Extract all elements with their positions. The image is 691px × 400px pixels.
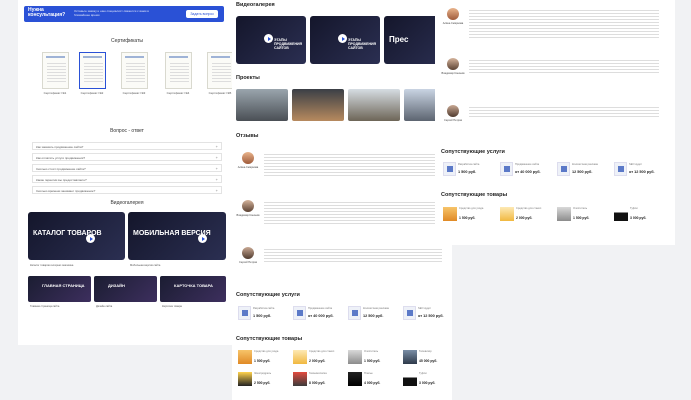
project-image[interactable] bbox=[292, 89, 344, 121]
video-thumb-small[interactable]: ДИЗАЙН bbox=[94, 276, 157, 302]
service-card[interactable]: Контекстная реклама 12 500 руб. bbox=[348, 306, 398, 322]
banner-text: Оставьте заявку и наш специалист свяжетс… bbox=[74, 9, 149, 17]
faq-item[interactable]: Сколько времени занимает продвижение? bbox=[32, 186, 222, 194]
product-card[interactable]: Туфли 3 000 руб. bbox=[403, 372, 453, 390]
avatar bbox=[447, 105, 459, 117]
product-card[interactable]: Газонокосилка 8 000 руб. bbox=[293, 372, 343, 390]
projects-heading: Проекты bbox=[236, 75, 260, 81]
service-card[interactable]: Разработка сайта 1 500 руб. bbox=[238, 306, 288, 322]
certificate-card[interactable]: Сертификат №4 bbox=[163, 52, 193, 98]
product-card[interactable]: Средство для ухода 1 500 руб. bbox=[238, 350, 288, 368]
faq-heading: Вопрос - ответ bbox=[110, 128, 144, 134]
product-card[interactable]: Очиститель 1 500 руб. bbox=[348, 350, 398, 368]
middle-page: Видеогалерея ЭТАПЫ ПРОДВИЖЕНИЯ САЙТОВ ЭТ… bbox=[232, 0, 452, 400]
goods-heading: Сопутствующие товары bbox=[236, 336, 303, 342]
certificates-heading: Сертификаты bbox=[111, 38, 143, 44]
video-thumb[interactable]: ЭТАПЫ ПРОДВИЖЕНИЯ САЙТОВ bbox=[310, 16, 380, 64]
consult-banner: Нужна консультация? Оставьте заявку и на… bbox=[24, 6, 224, 22]
service-card[interactable]: Контекстная реклама 12 500 руб. bbox=[557, 162, 607, 178]
ask-question-button[interactable]: Задать вопрос bbox=[186, 10, 218, 18]
right-page: Алёна Смирнова Владимир Кононов Сергей П… bbox=[435, 0, 675, 245]
faq-item[interactable]: Как оплатить услуги продвижения? bbox=[32, 153, 222, 161]
play-icon[interactable] bbox=[264, 34, 273, 43]
reviews-heading: Отзывы bbox=[236, 133, 259, 139]
video-caption: Карточка товара bbox=[162, 305, 182, 308]
video-thumb[interactable]: МОБИЛЬНАЯ ВЕРСИЯ bbox=[128, 212, 226, 260]
avatar bbox=[242, 247, 254, 259]
product-card[interactable]: Платье 4 000 руб. bbox=[348, 372, 398, 390]
avatar bbox=[242, 200, 254, 212]
product-card[interactable]: Туфли 3 000 руб. bbox=[614, 207, 664, 225]
play-icon[interactable] bbox=[86, 234, 95, 243]
faq-item[interactable]: Как заказать продвижение сайта? bbox=[32, 142, 222, 150]
video-caption: Мобильная версия сайта bbox=[130, 264, 161, 267]
product-card[interactable]: Телевизор 45 000 руб. bbox=[403, 350, 453, 368]
play-icon[interactable] bbox=[198, 234, 207, 243]
service-card[interactable]: Продвижение сайта от 40 000 руб. bbox=[500, 162, 550, 178]
project-image[interactable] bbox=[348, 89, 400, 121]
left-page: Нужна консультация? Оставьте заявку и на… bbox=[18, 0, 236, 345]
review-item: Алёна Смирнова bbox=[238, 152, 447, 198]
review-item: Сергей Петров bbox=[239, 247, 447, 293]
service-card[interactable]: SEO аудит от 12 500 руб. bbox=[614, 162, 664, 178]
product-card[interactable]: Очиститель 1 500 руб. bbox=[557, 207, 607, 225]
review-item: Владимир Кононов bbox=[236, 200, 447, 246]
review-item: Алёна Смирнова bbox=[443, 8, 667, 54]
services-heading: Сопутствующие услуги bbox=[441, 149, 505, 155]
certificate-card[interactable]: Сертификат №1 bbox=[40, 52, 70, 98]
product-card[interactable]: Средство для стекол 2 000 руб. bbox=[500, 207, 550, 225]
video-thumb-small[interactable]: ГЛАВНАЯ СТРАНИЦА bbox=[28, 276, 91, 302]
service-card[interactable]: Разработка сайта 1 500 руб. bbox=[443, 162, 493, 178]
faq-item[interactable]: Какие гарантии вы предоставляете? bbox=[32, 175, 222, 183]
certificate-card[interactable]: Сертификат №2 bbox=[77, 52, 107, 98]
banner-title: Нужна консультация? bbox=[28, 7, 66, 18]
product-card[interactable]: Средство для ухода 1 500 руб. bbox=[443, 207, 493, 225]
video-caption: Каталог товаров интернет-магазина bbox=[30, 264, 74, 267]
review-item: Сергей Петров bbox=[444, 105, 667, 151]
review-item: Владимир Кононов bbox=[441, 58, 667, 104]
project-image[interactable] bbox=[236, 89, 288, 121]
video-thumb[interactable]: КАТАЛОГ ТОВАРОВ bbox=[28, 212, 125, 260]
certificate-card[interactable]: Сертификат №5 bbox=[205, 52, 235, 98]
video-heading: Видеогалерея bbox=[110, 200, 144, 206]
product-card[interactable]: Электродрель 2 500 руб. bbox=[238, 372, 288, 390]
avatar bbox=[447, 58, 459, 70]
avatar bbox=[242, 152, 254, 164]
services-heading: Сопутствующие услуги bbox=[236, 292, 300, 298]
service-card[interactable]: SEO аудит от 12 500 руб. bbox=[403, 306, 453, 322]
certificate-card[interactable]: Сертификат №3 bbox=[119, 52, 149, 98]
video-caption: Главная страница сайта bbox=[30, 305, 60, 308]
video-thumb[interactable]: ЭТАПЫ ПРОДВИЖЕНИЯ САЙТОВ bbox=[236, 16, 306, 64]
video-gallery-heading: Видеогалерея bbox=[236, 2, 275, 8]
play-icon[interactable] bbox=[338, 34, 347, 43]
product-card[interactable]: Средство для стекол 2 000 руб. bbox=[293, 350, 343, 368]
video-thumb-small[interactable]: КАРТОЧКА ТОВАРА bbox=[160, 276, 226, 302]
avatar bbox=[447, 8, 459, 20]
goods-heading: Сопутствующие товары bbox=[441, 192, 508, 198]
service-card[interactable]: Продвижение сайта от 40 000 руб. bbox=[293, 306, 343, 322]
video-caption: Дизайн сайта bbox=[96, 305, 113, 308]
faq-item[interactable]: Сколько стоит продвижение сайта? bbox=[32, 164, 222, 172]
